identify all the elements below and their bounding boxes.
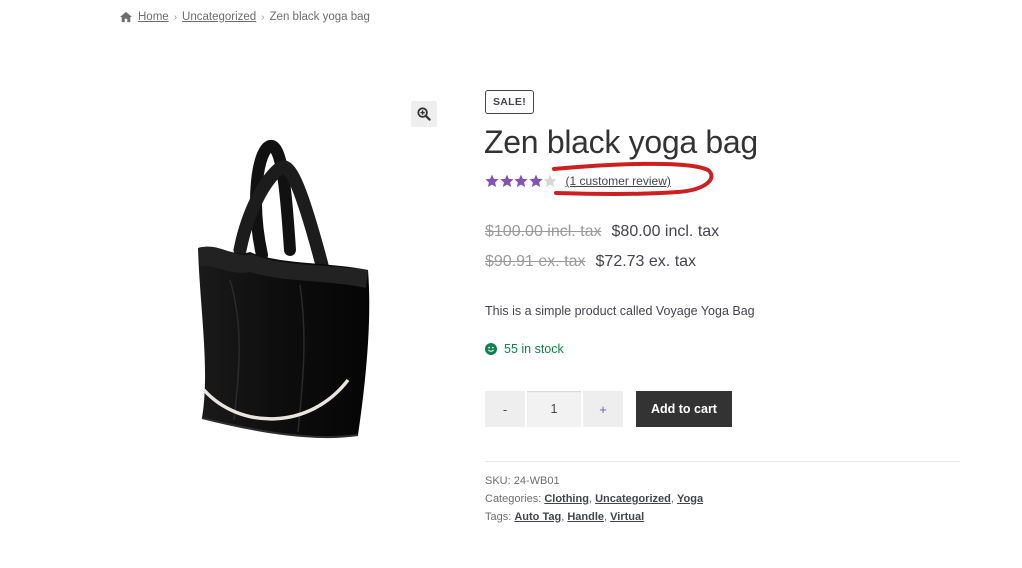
price-ex-tax: $90.91 ex. tax $72.73 ex. tax xyxy=(485,253,696,271)
breadcrumb-separator: › xyxy=(173,11,178,23)
regular-price: $100.00 incl. tax xyxy=(485,223,602,240)
magnifier-plus-icon xyxy=(417,107,431,121)
tag-link-auto-tag[interactable]: Auto Tag xyxy=(514,511,561,523)
sale-price: $80.00 incl. tax xyxy=(611,223,720,240)
product-title: Zen black yoga bag xyxy=(484,124,758,160)
category-link-uncategorized[interactable]: Uncategorized xyxy=(595,493,671,505)
product-rating: (1 customer review) xyxy=(485,174,671,188)
product-sku: SKU: 24-WB01 xyxy=(485,475,560,487)
add-to-cart-button[interactable]: Add to cart xyxy=(636,391,732,427)
breadcrumb-home-link[interactable]: Home xyxy=(138,11,169,23)
price-incl-tax: $100.00 incl. tax $80.00 incl. tax xyxy=(485,223,719,241)
sale-price: $72.73 ex. tax xyxy=(595,253,697,270)
sku-label: SKU: xyxy=(485,475,511,487)
short-description: This is a simple product called Voyage Y… xyxy=(485,304,755,318)
quantity-stepper: - + xyxy=(485,391,623,427)
tag-link-handle[interactable]: Handle xyxy=(567,511,604,523)
stock-label: 55 in stock xyxy=(504,342,564,356)
customer-review-link[interactable]: (1 customer review) xyxy=(566,174,671,188)
regular-price: $90.91 ex. tax xyxy=(485,253,586,270)
star-rating xyxy=(485,174,558,188)
product-image[interactable] xyxy=(190,130,385,500)
product-categories: Categories: Clothing, Uncategorized, Yog… xyxy=(485,493,704,505)
star-filled-icon xyxy=(485,174,499,187)
product-tags: Tags: Auto Tag, Handle, Virtual xyxy=(485,511,645,523)
breadcrumb: Home › Uncategorized › Zen black yoga ba… xyxy=(119,8,370,26)
star-filled-icon xyxy=(528,174,543,187)
breadcrumb-uncategorized-link[interactable]: Uncategorized xyxy=(182,11,256,23)
breadcrumb-current: Zen black yoga bag xyxy=(269,11,370,23)
star-filled-icon xyxy=(514,174,528,187)
quantity-input[interactable] xyxy=(527,391,581,427)
home-icon xyxy=(120,11,132,23)
sale-badge: SALE! xyxy=(485,90,534,114)
categories-label: Categories: xyxy=(485,493,542,505)
category-link-clothing[interactable]: Clothing xyxy=(544,493,589,505)
quantity-minus-button[interactable]: - xyxy=(485,391,525,427)
star-filled-icon xyxy=(499,174,514,187)
tote-bag-image xyxy=(198,140,370,439)
quantity-plus-button[interactable]: + xyxy=(583,391,623,427)
star-empty-icon xyxy=(543,174,557,187)
breadcrumb-separator: › xyxy=(261,11,265,23)
smiley-icon xyxy=(485,343,497,355)
stock-status: 55 in stock xyxy=(485,342,564,356)
category-link-yoga[interactable]: Yoga xyxy=(677,493,703,505)
tags-label: Tags: xyxy=(485,511,512,523)
tag-link-virtual[interactable]: Virtual xyxy=(610,511,644,523)
zoom-button[interactable] xyxy=(411,101,437,127)
sku-value: 24-WB01 xyxy=(513,475,560,487)
divider xyxy=(485,461,960,462)
